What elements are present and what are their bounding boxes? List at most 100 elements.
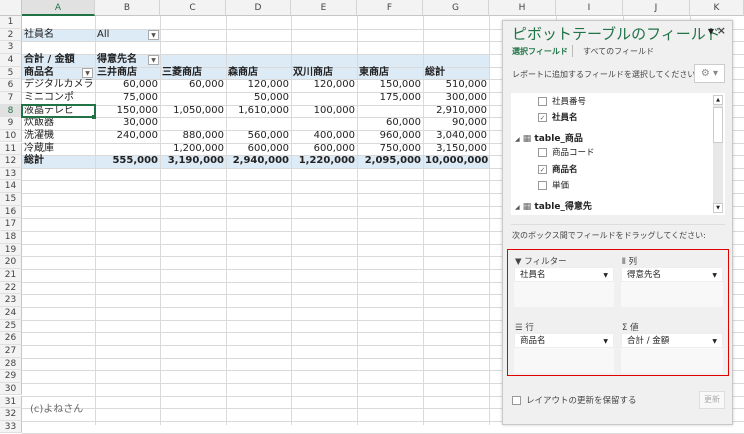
column-header-K[interactable]: K — [690, 0, 744, 16]
filter-area-item[interactable]: 社員名 ▼ — [514, 267, 614, 282]
collapse-icon[interactable]: ◢ — [515, 136, 520, 143]
column-header-J[interactable]: J — [623, 0, 690, 16]
row-header[interactable]: 12 — [0, 155, 22, 168]
row-label[interactable]: 冷蔵庫 — [22, 143, 95, 156]
value-cell[interactable]: 750,000 — [357, 143, 423, 156]
value-cell[interactable] — [95, 143, 160, 156]
column-header-D[interactable]: D — [226, 0, 291, 16]
value-cell[interactable]: 1,050,000 — [160, 105, 226, 118]
value-cell[interactable]: 120,000 — [291, 79, 357, 92]
column-header-value[interactable]: 双川商店 — [291, 67, 357, 80]
checkbox[interactable] — [538, 97, 547, 106]
row-header[interactable]: 31 — [0, 395, 22, 409]
column-header-value[interactable]: 総計 — [423, 67, 489, 80]
grand-total-cell[interactable]: 555,000 — [95, 155, 160, 168]
column-header-C[interactable]: C — [160, 0, 226, 16]
columns-area-item[interactable]: 得意先名 ▼ — [621, 267, 723, 282]
row-header[interactable]: 11 — [0, 142, 22, 156]
filter-dropdown-icon[interactable]: ▼ — [148, 30, 159, 41]
value-cell[interactable]: 150,000 — [357, 79, 423, 92]
row-filter-dropdown-icon[interactable]: ▼ — [82, 68, 93, 79]
rows-area-item[interactable]: 商品名 ▼ — [514, 333, 614, 348]
row-header[interactable]: 32 — [0, 408, 22, 421]
row-header[interactable]: 15 — [0, 193, 22, 206]
value-cell[interactable]: 510,000 — [423, 79, 489, 92]
row-header[interactable]: 4 — [0, 53, 22, 67]
grand-total-cell[interactable]: 2,095,000 — [357, 155, 423, 168]
value-cell[interactable]: 600,000 — [291, 143, 357, 156]
grand-total-label[interactable]: 総計 — [22, 155, 95, 168]
row-header[interactable]: 16 — [0, 205, 22, 219]
field-item[interactable]: 単価 — [538, 179, 569, 191]
value-cell[interactable] — [291, 92, 357, 105]
value-cell[interactable]: 960,000 — [357, 130, 423, 143]
value-cell[interactable]: 60,000 — [95, 79, 160, 92]
value-cell[interactable]: 1,200,000 — [160, 143, 226, 156]
value-cell[interactable]: 175,000 — [357, 92, 423, 105]
value-cell[interactable]: 300,000 — [423, 92, 489, 105]
value-cell[interactable]: 100,000 — [291, 105, 357, 118]
grand-total-cell[interactable]: 10,000,000 — [423, 155, 489, 168]
row-header[interactable]: 7 — [0, 91, 22, 105]
table-group[interactable]: ◢ ▦ table_商品 — [515, 131, 583, 144]
dropdown-arrow-icon[interactable]: ▼ — [712, 268, 717, 283]
row-label[interactable]: 炊飯器 — [22, 117, 95, 130]
grand-total-cell[interactable]: 1,220,000 — [291, 155, 357, 168]
value-cell[interactable] — [226, 117, 291, 130]
table-group[interactable]: ◢ ▦ table_得意先 — [515, 199, 592, 212]
defer-update-checkbox[interactable]: レイアウトの更新を保留する — [512, 394, 637, 406]
grand-total-cell[interactable]: 3,190,000 — [160, 155, 226, 168]
row-header[interactable]: 1 — [0, 16, 22, 29]
filter-field-label[interactable]: 社員名 — [22, 29, 95, 42]
values-area-item[interactable]: 合計 / 金額 ▼ — [621, 333, 723, 348]
rows-area[interactable]: 商品名 ▼ — [514, 333, 614, 373]
fill-handle[interactable] — [92, 115, 96, 120]
row-header[interactable]: 2 — [0, 28, 22, 42]
field-item[interactable]: ✓ 社員名 — [538, 111, 578, 123]
update-button[interactable]: 更新 — [699, 391, 725, 409]
value-cell[interactable]: 1,610,000 — [226, 105, 291, 118]
dropdown-arrow-icon[interactable]: ▼ — [603, 268, 608, 283]
row-label[interactable]: デジタルカメラ — [22, 79, 95, 92]
row-header[interactable]: 5 — [0, 66, 22, 80]
column-header-value[interactable]: 東商店 — [357, 67, 423, 80]
checkbox[interactable] — [538, 181, 547, 190]
grand-total-cell[interactable]: 2,940,000 — [226, 155, 291, 168]
row-header[interactable]: 30 — [0, 382, 22, 396]
row-header[interactable]: 17 — [0, 218, 22, 232]
row-header[interactable]: 6 — [0, 79, 22, 92]
column-header-F[interactable]: F — [357, 0, 423, 16]
value-cell[interactable] — [357, 105, 423, 118]
columns-area[interactable]: 得意先名 ▼ — [621, 267, 723, 307]
value-cell[interactable]: 30,000 — [95, 117, 160, 130]
value-cell[interactable]: 2,910,000 — [423, 105, 489, 118]
row-header[interactable]: 14 — [0, 180, 22, 194]
row-header[interactable]: 9 — [0, 117, 22, 130]
value-cell[interactable]: 60,000 — [160, 79, 226, 92]
row-header[interactable]: 19 — [0, 243, 22, 257]
row-header[interactable]: 26 — [0, 332, 22, 345]
select-all-corner[interactable] — [0, 0, 22, 16]
row-header[interactable]: 21 — [0, 269, 22, 282]
field-item[interactable]: ✓ 商品名 — [538, 163, 578, 175]
row-header[interactable]: 3 — [0, 41, 22, 54]
column-header-value[interactable]: 三井商店 — [95, 67, 160, 80]
collapse-icon[interactable]: ◢ — [515, 204, 520, 211]
row-header[interactable]: 13 — [0, 167, 22, 181]
checkbox[interactable] — [538, 148, 547, 157]
row-header[interactable]: 20 — [0, 256, 22, 269]
value-field-label[interactable]: 合計 / 金額 — [22, 54, 95, 67]
column-header-E[interactable]: E — [291, 0, 357, 16]
value-cell[interactable] — [160, 92, 226, 105]
row-header[interactable]: 24 — [0, 306, 22, 320]
column-header-value[interactable]: 森商店 — [226, 67, 291, 80]
value-cell[interactable]: 600,000 — [226, 143, 291, 156]
filter-area[interactable]: 社員名 ▼ — [514, 267, 614, 307]
row-header[interactable]: 25 — [0, 319, 22, 333]
row-header[interactable]: 18 — [0, 231, 22, 244]
row-label[interactable]: 洗濯機 — [22, 130, 95, 143]
value-cell[interactable]: 3,150,000 — [423, 143, 489, 156]
scroll-up-icon[interactable]: ▲ — [713, 95, 723, 105]
value-cell[interactable]: 60,000 — [357, 117, 423, 130]
value-cell[interactable]: 240,000 — [95, 130, 160, 143]
